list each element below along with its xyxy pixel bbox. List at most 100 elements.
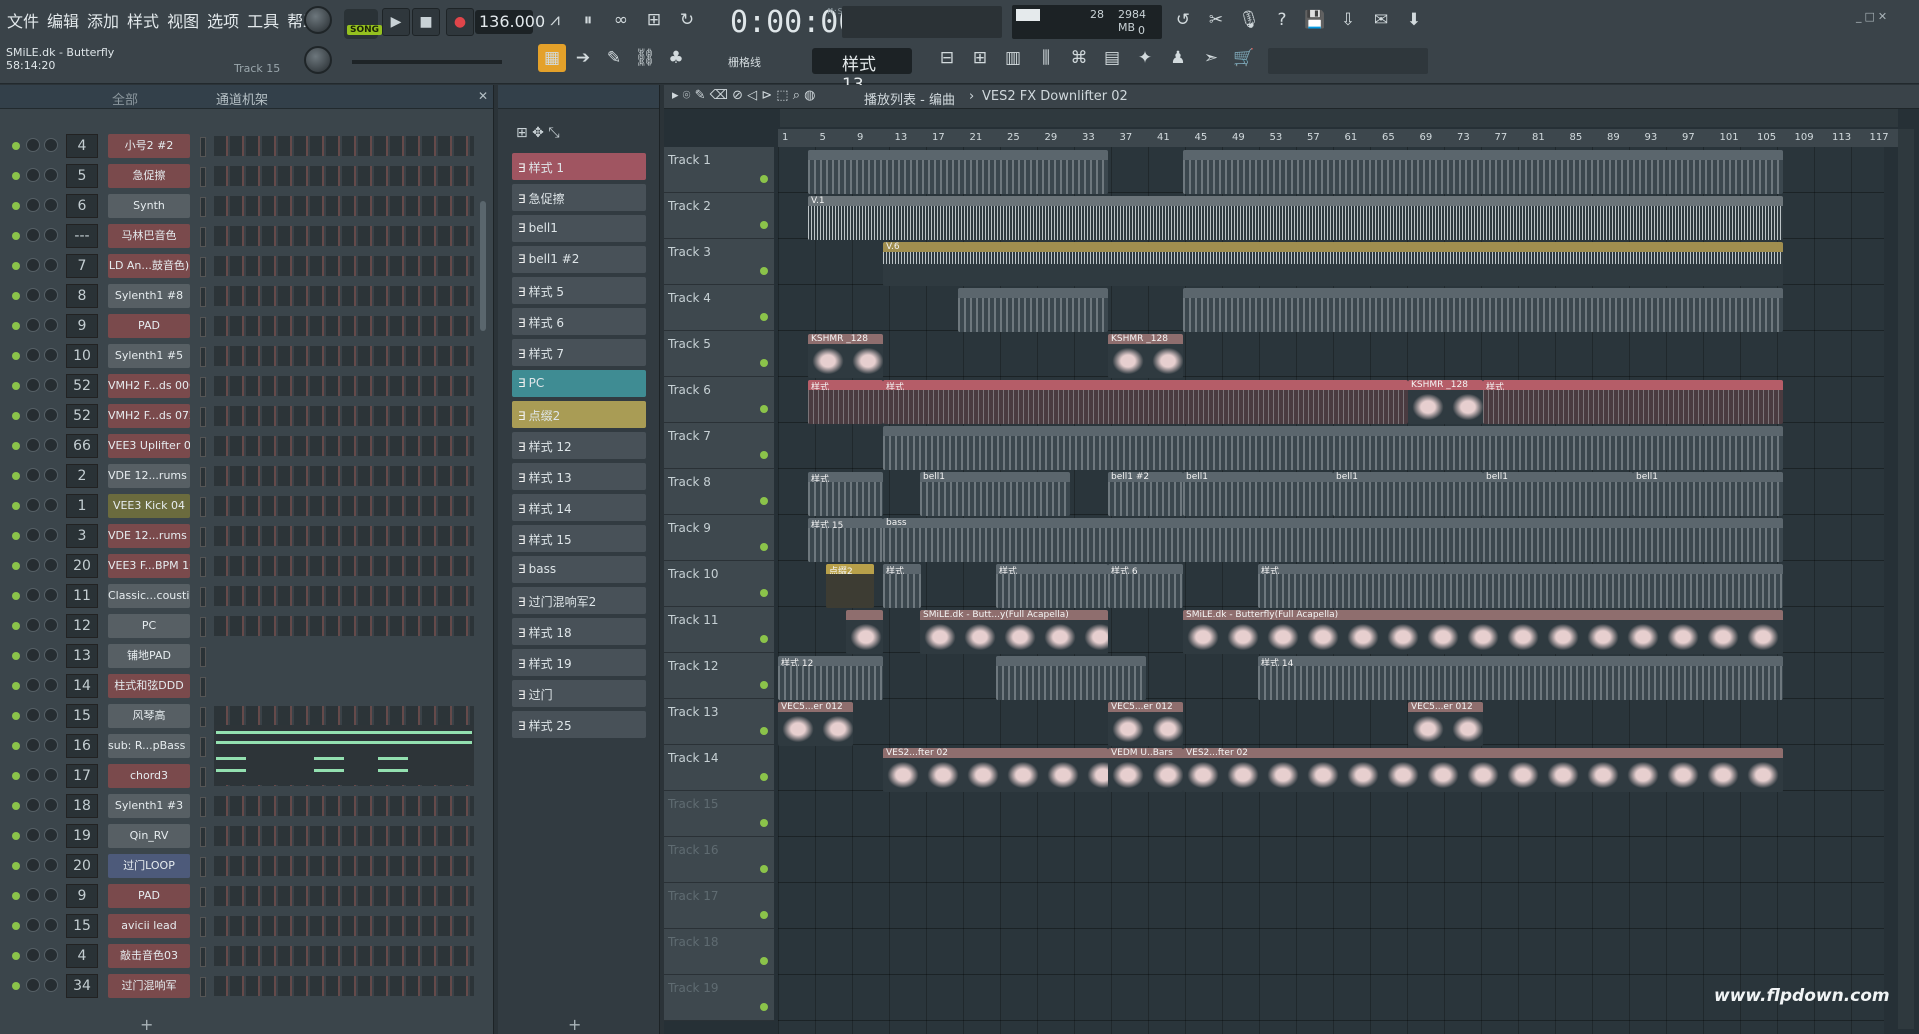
pattern-song-switch[interactable]: SONG bbox=[344, 9, 383, 39]
channel-row[interactable]: 19 Qin_RV bbox=[0, 821, 494, 851]
track-enable-led[interactable] bbox=[760, 727, 768, 735]
minimize-icon[interactable]: _ bbox=[1856, 10, 1862, 23]
clip-audio[interactable]: VEDM U..Bars bbox=[1108, 748, 1183, 792]
channel-pan-knob[interactable] bbox=[26, 978, 40, 992]
channel-name-button[interactable]: 小号2 #2 bbox=[108, 134, 190, 158]
channel-mute-led[interactable] bbox=[12, 862, 20, 870]
channel-row[interactable]: 66 VEE3 Uplifter 04 bbox=[0, 431, 494, 461]
track-header[interactable]: Track 19 bbox=[664, 975, 774, 1021]
channel-mixer-track[interactable]: 18 bbox=[66, 794, 98, 818]
channel-mixer-track[interactable]: 20 bbox=[66, 554, 98, 578]
undo-icon[interactable]: ↺ bbox=[1168, 4, 1198, 36]
channel-name-button[interactable]: chord3 bbox=[108, 764, 190, 788]
next-icon[interactable]: ➔ bbox=[569, 44, 597, 72]
menu-file[interactable]: 文件 bbox=[4, 8, 42, 32]
browser-icon[interactable]: ⌘ bbox=[1064, 44, 1094, 72]
track-enable-led[interactable] bbox=[760, 819, 768, 827]
channel-name-button[interactable]: avicii lead bbox=[108, 914, 190, 938]
clip-pattern[interactable]: bell1 bbox=[1483, 472, 1633, 516]
track-enable-led[interactable] bbox=[760, 911, 768, 919]
channel-volume-knob[interactable] bbox=[44, 378, 58, 392]
countdown-icon[interactable]: ∞ bbox=[606, 4, 636, 36]
channel-mute-led[interactable] bbox=[12, 742, 20, 750]
clip-pattern[interactable]: bass bbox=[883, 518, 1783, 562]
channel-row[interactable]: 34 过门混响军 bbox=[0, 971, 494, 1001]
step-sequencer[interactable] bbox=[214, 436, 474, 456]
channel-pan-knob[interactable] bbox=[26, 168, 40, 182]
channel-select[interactable] bbox=[200, 377, 206, 397]
channel-select[interactable] bbox=[200, 287, 206, 307]
clip-pattern[interactable] bbox=[996, 656, 1146, 700]
menu-patterns[interactable]: 样式 bbox=[124, 8, 162, 32]
clip-pattern[interactable] bbox=[1183, 288, 1783, 332]
channel-mixer-track[interactable]: 12 bbox=[66, 614, 98, 638]
step-sequencer[interactable] bbox=[214, 826, 474, 846]
channel-volume-knob[interactable] bbox=[44, 168, 58, 182]
channel-volume-knob[interactable] bbox=[44, 468, 58, 482]
clip-audio[interactable]: KSHMR _128 bbox=[1408, 380, 1483, 424]
step-sequencer[interactable] bbox=[214, 796, 474, 816]
channel-pan-knob[interactable] bbox=[26, 498, 40, 512]
step-sequencer[interactable] bbox=[214, 346, 474, 366]
playlist-icon[interactable]: ▦ bbox=[538, 44, 566, 72]
channel-select[interactable] bbox=[200, 677, 206, 697]
track-header[interactable]: Track 2 bbox=[664, 193, 774, 239]
track-header[interactable]: Track 16 bbox=[664, 837, 774, 883]
channel-row[interactable]: 14 柱式和弦DDD bbox=[0, 671, 494, 701]
channel-select[interactable] bbox=[200, 557, 206, 577]
channel-volume-knob[interactable] bbox=[44, 498, 58, 512]
step-sequencer[interactable] bbox=[214, 286, 474, 306]
channel-volume-knob[interactable] bbox=[44, 588, 58, 602]
channel-row[interactable]: 3 VDE 12...rums 6 bbox=[0, 521, 494, 551]
channel-name-button[interactable]: LD An...鼓音色) bbox=[108, 254, 190, 278]
channel-name-button[interactable]: VEE3 F...BPM 16 bbox=[108, 554, 190, 578]
metronome-icon[interactable]: ⩘ bbox=[540, 4, 570, 36]
channel-select[interactable] bbox=[200, 497, 206, 517]
playlist-tool-icons[interactable]: ▸ ⌾ ✎ ⌫ ⊘ ◁ ⊳ ⬚ ⌕ ◍ bbox=[672, 88, 815, 103]
channel-row[interactable]: 2 VDE 12...rums 1 bbox=[0, 461, 494, 491]
channel-mute-led[interactable] bbox=[12, 712, 20, 720]
step-sequencer[interactable] bbox=[214, 946, 474, 966]
channel-select[interactable] bbox=[200, 797, 206, 817]
channel-mixer-track[interactable]: 19 bbox=[66, 824, 98, 848]
channel-pan-knob[interactable] bbox=[26, 198, 40, 212]
channel-mixer-track[interactable]: 4 bbox=[66, 134, 98, 158]
pattern-item[interactable]: ∃ 样式 19 bbox=[512, 649, 646, 676]
channel-name-button[interactable]: 铺地PAD bbox=[108, 644, 190, 668]
cut-icon[interactable]: ✂ bbox=[1201, 4, 1231, 36]
clip-pattern[interactable]: 样式 15 bbox=[808, 518, 883, 562]
pattern-item[interactable]: ∃ PC bbox=[512, 370, 646, 397]
channel-volume-knob[interactable] bbox=[44, 648, 58, 662]
clip-audio[interactable]: KSHMR _128 bbox=[808, 334, 883, 378]
channel-mixer-track[interactable]: 34 bbox=[66, 974, 98, 998]
step-sequencer[interactable] bbox=[214, 706, 474, 726]
channel-mute-led[interactable] bbox=[12, 172, 20, 180]
pattern-item[interactable]: ∃ 样式 1 bbox=[512, 153, 646, 180]
pattern-item[interactable]: ∃ 样式 14 bbox=[512, 494, 646, 521]
menu-edit[interactable]: 编辑 bbox=[44, 8, 82, 32]
channel-row[interactable]: 4 敲击音色03 bbox=[0, 941, 494, 971]
channel-volume-knob[interactable] bbox=[44, 768, 58, 782]
arrow-icon[interactable]: ➣ bbox=[1196, 44, 1226, 72]
channel-pan-knob[interactable] bbox=[26, 408, 40, 422]
channel-mixer-track[interactable]: 14 bbox=[66, 674, 98, 698]
channel-volume-knob[interactable] bbox=[44, 258, 58, 272]
channel-row[interactable]: 8 Sylenth1 #8 bbox=[0, 281, 494, 311]
channel-name-button[interactable]: Qin_RV bbox=[108, 824, 190, 848]
piano-roll-preview[interactable] bbox=[214, 725, 474, 785]
track-header[interactable]: Track 3 bbox=[664, 239, 774, 285]
channel-volume-knob[interactable] bbox=[44, 228, 58, 242]
pattern-item[interactable]: ∃ bell1 #2 bbox=[512, 246, 646, 273]
file-icon[interactable]: ▤ bbox=[1097, 44, 1127, 72]
step-sequencer[interactable] bbox=[214, 556, 474, 576]
channel-mute-led[interactable] bbox=[12, 412, 20, 420]
channel-mute-led[interactable] bbox=[12, 832, 20, 840]
channel-row[interactable]: 9 PAD bbox=[0, 311, 494, 341]
clip-audio[interactable]: VEC5...er 012 bbox=[778, 702, 853, 746]
pattern-item[interactable]: ∃ 样式 7 bbox=[512, 339, 646, 366]
track-header[interactable]: Track 11 bbox=[664, 607, 774, 653]
draw-icon[interactable]: ✎ bbox=[600, 44, 628, 72]
pattern-item[interactable]: ∃ 样式 25 bbox=[512, 711, 646, 738]
channel-volume-knob[interactable] bbox=[44, 438, 58, 452]
clip-pattern[interactable]: 样式 bbox=[1258, 564, 1783, 608]
